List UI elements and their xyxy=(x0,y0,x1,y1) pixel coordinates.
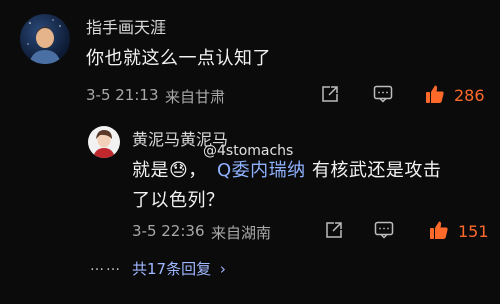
reply-text-prefix: 就是 xyxy=(132,160,169,181)
thumbs-up-icon[interactable] xyxy=(424,83,446,105)
comment-icon[interactable] xyxy=(372,84,394,104)
reply-text-line2: 了以色列？ xyxy=(132,190,225,211)
reply-like-count: 151 xyxy=(458,222,489,241)
more-dots: …… xyxy=(90,258,122,274)
more-replies-label[interactable]: 共17条回复 xyxy=(132,260,211,278)
reply-text-suffix: 有核武还是攻击 xyxy=(305,160,442,181)
emoji: 😓 xyxy=(169,160,189,181)
reply-avatar[interactable] xyxy=(88,126,120,158)
comment-text: 你也就这么一点认知了 xyxy=(86,48,271,69)
view-more-replies-link[interactable]: 共17条回复 › xyxy=(132,258,226,279)
mention-link[interactable]: Q委内瑞纳 xyxy=(217,160,306,181)
reply-text-comma: ， xyxy=(188,160,207,181)
reply-location: 来自湖南 xyxy=(211,224,272,242)
like-count: 286 xyxy=(454,86,485,105)
reply-comment-icon[interactable] xyxy=(373,220,395,240)
reply-share-icon[interactable] xyxy=(324,220,344,240)
reply-timestamp: 3-5 22:36 xyxy=(132,222,205,240)
comment-location: 来自甘肃 xyxy=(165,88,226,106)
avatar[interactable] xyxy=(20,14,70,64)
share-icon[interactable] xyxy=(320,84,340,104)
reply-thumbs-up-icon[interactable] xyxy=(428,219,450,241)
comment-timestamp: 3-5 21:13 xyxy=(86,86,159,104)
chevron-right-icon[interactable]: › xyxy=(220,260,226,278)
comment-username[interactable]: 指手画天涯 xyxy=(86,14,166,38)
reply-text-line1: 就是😓， Q委内瑞纳 有核武还是攻击 xyxy=(132,156,441,182)
